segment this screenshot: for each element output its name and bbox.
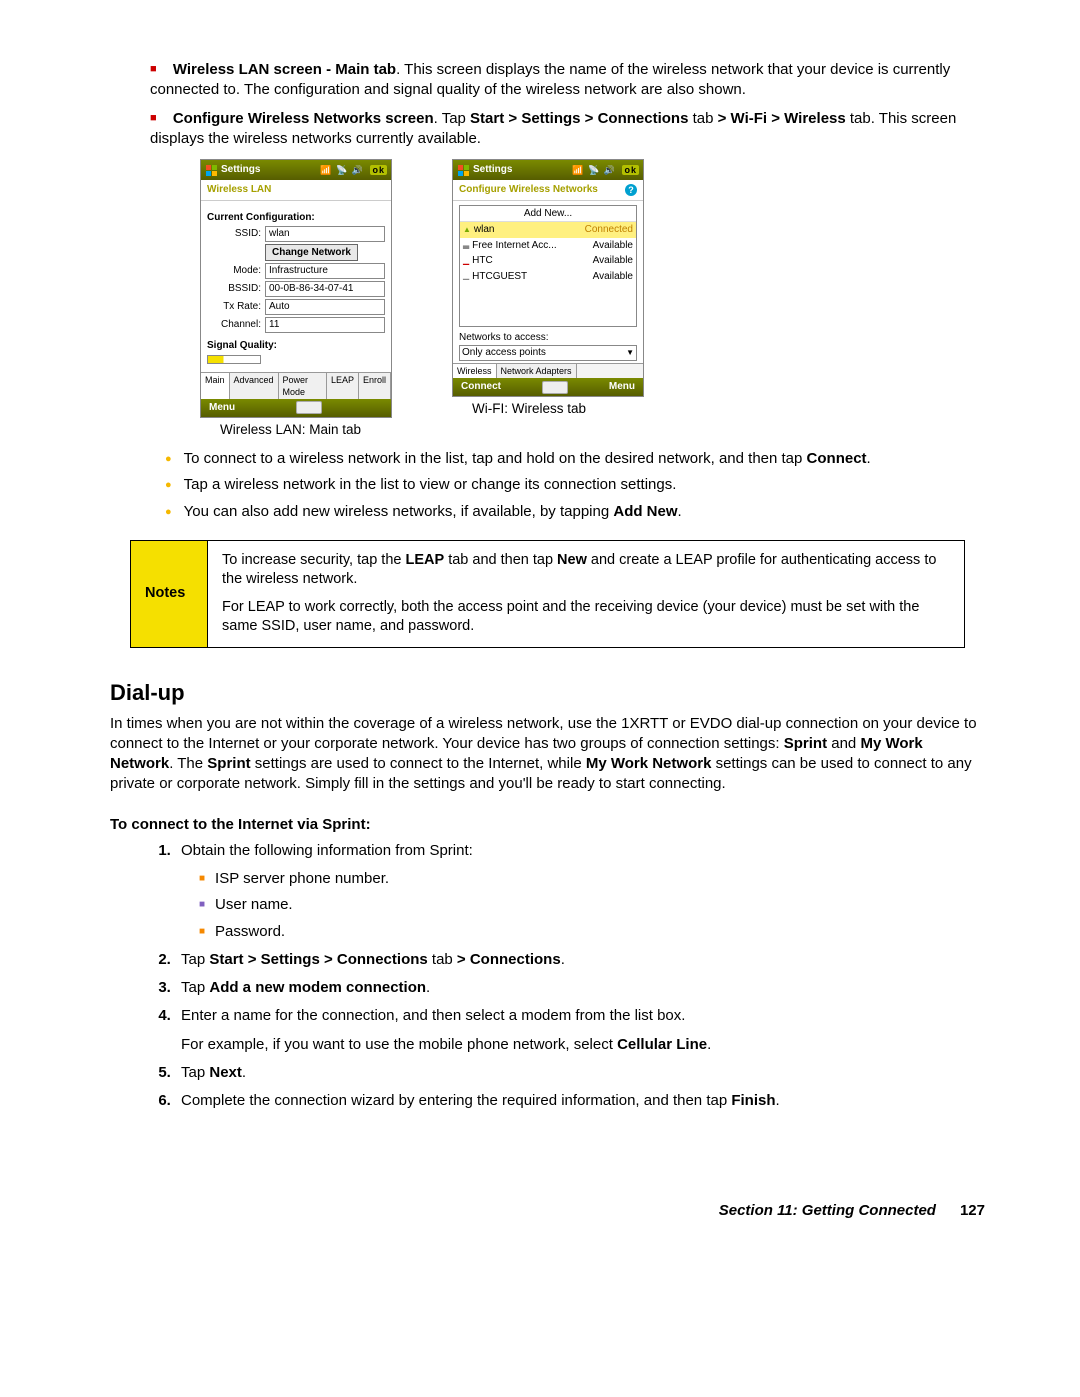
phone-wlan-main: Settings 📶 📡 🔊 ok Wireless LAN Current C… bbox=[200, 159, 392, 439]
mode-field[interactable]: Infrastructure bbox=[265, 263, 385, 279]
caption: Wireless LAN: Main tab bbox=[220, 421, 392, 439]
list-item: User name. bbox=[199, 895, 985, 915]
access-dropdown[interactable]: Only access points▼ bbox=[459, 345, 637, 361]
status-icons: 📶 📡 🔊 ok bbox=[572, 164, 639, 176]
title-text: Settings bbox=[221, 163, 260, 177]
ok-button[interactable]: ok bbox=[622, 165, 639, 175]
tab-advanced[interactable]: Advanced bbox=[230, 373, 279, 399]
network-row[interactable]: ▃Free Internet Acc...Available bbox=[460, 238, 636, 254]
notes-box: Notes To increase security, tap the LEAP… bbox=[130, 540, 965, 648]
caption: Wi-FI: Wireless tab bbox=[472, 400, 644, 418]
current-config-label: Current Configuration: bbox=[207, 211, 385, 225]
signal-quality-label: Signal Quality: bbox=[207, 339, 385, 353]
channel-label: Channel: bbox=[207, 318, 261, 332]
section-title: Configure Wireless Networks ? bbox=[453, 180, 643, 201]
connect-sprint-subhead: To connect to the Internet via Sprint: bbox=[110, 815, 985, 835]
step-5: Tap Next. bbox=[175, 1063, 985, 1083]
top-bullet-list: Wireless LAN screen - Main tab. This scr… bbox=[110, 60, 985, 149]
add-new-row[interactable]: Add New... bbox=[460, 206, 636, 223]
tab-enroll[interactable]: Enroll bbox=[359, 373, 391, 399]
status-icons: 📶 📡 🔊 ok bbox=[320, 164, 387, 176]
txrate-label: Tx Rate: bbox=[207, 300, 261, 314]
bssid-field[interactable]: 00-0B-86-34-07-41 bbox=[265, 281, 385, 297]
step-4: Enter a name for the connection, and the… bbox=[175, 1006, 985, 1055]
titlebar: Settings 📶 📡 🔊 ok bbox=[201, 160, 391, 180]
dialup-heading: Dial-up bbox=[110, 678, 985, 708]
keyboard-icon[interactable] bbox=[296, 401, 322, 414]
footer-page: 127 bbox=[960, 1201, 985, 1221]
mini-tabs: Main Advanced Power Mode LEAP Enroll bbox=[201, 372, 391, 399]
bottom-bar: Menu bbox=[201, 399, 391, 417]
ok-button[interactable]: ok bbox=[370, 165, 387, 175]
help-icon[interactable]: ? bbox=[625, 184, 637, 196]
tab-leap[interactable]: LEAP bbox=[327, 373, 359, 399]
windows-icon bbox=[205, 164, 217, 176]
mode-label: Mode: bbox=[207, 264, 261, 278]
bullet-wlan-main: Wireless LAN screen - Main tab. This scr… bbox=[150, 60, 985, 101]
yellow-bullet-list: To connect to a wireless network in the … bbox=[110, 449, 985, 522]
network-list: Add New... ▲wlanConnected ▃Free Internet… bbox=[459, 205, 637, 327]
menu-button[interactable]: Menu bbox=[609, 380, 635, 394]
mini-tabs: Wireless Network Adapters bbox=[453, 363, 643, 378]
channel-field[interactable]: 11 bbox=[265, 317, 385, 333]
list-item: ISP server phone number. bbox=[199, 869, 985, 889]
network-row[interactable]: ▁HTCAvailable bbox=[460, 253, 636, 269]
signal-quality-bar bbox=[207, 355, 261, 364]
bullet-configure: Configure Wireless Networks screen. Tap … bbox=[150, 109, 985, 150]
tab-power-mode[interactable]: Power Mode bbox=[279, 373, 327, 399]
section-title: Wireless LAN bbox=[201, 180, 391, 201]
footer-section: Section 11: Getting Connected bbox=[719, 1201, 936, 1221]
step-2: Tap Start > Settings > Connections tab >… bbox=[175, 950, 985, 970]
tab-network-adapters[interactable]: Network Adapters bbox=[497, 364, 577, 378]
title-text: Settings bbox=[473, 163, 512, 177]
list-item: To connect to a wireless network in the … bbox=[165, 449, 985, 469]
list-item: Tap a wireless network in the list to vi… bbox=[165, 475, 985, 495]
txrate-field[interactable]: Auto bbox=[265, 299, 385, 315]
network-row[interactable]: ▲wlanConnected bbox=[460, 222, 636, 238]
titlebar: Settings 📶 📡 🔊 ok bbox=[453, 160, 643, 180]
access-label: Networks to access: bbox=[459, 331, 637, 345]
change-network-button[interactable]: Change Network bbox=[265, 244, 358, 261]
page-footer: Section 11: Getting Connected 127 bbox=[110, 1201, 985, 1221]
keyboard-icon[interactable] bbox=[542, 381, 568, 394]
notes-body: To increase security, tap the LEAP tab a… bbox=[208, 540, 965, 647]
step-6: Complete the connection wizard by enteri… bbox=[175, 1091, 985, 1111]
windows-icon bbox=[457, 164, 469, 176]
network-row[interactable]: ▁HTCGUESTAvailable bbox=[460, 269, 636, 285]
list-item: You can also add new wireless networks, … bbox=[165, 502, 985, 522]
bottom-bar: Connect Menu bbox=[453, 378, 643, 396]
dialup-intro: In times when you are not within the cov… bbox=[110, 714, 985, 795]
chevron-down-icon: ▼ bbox=[626, 348, 634, 359]
steps-list: Obtain the following information from Sp… bbox=[110, 841, 985, 1112]
ssid-field[interactable]: wlan bbox=[265, 226, 385, 242]
ssid-label: SSID: bbox=[207, 227, 261, 241]
tab-main[interactable]: Main bbox=[201, 373, 230, 399]
phone-wireless-tab: Settings 📶 📡 🔊 ok Configure Wireless Net… bbox=[452, 159, 644, 439]
step-1: Obtain the following information from Sp… bbox=[175, 841, 985, 942]
step-3: Tap Add a new modem connection. bbox=[175, 978, 985, 998]
bssid-label: BSSID: bbox=[207, 282, 261, 296]
connect-button[interactable]: Connect bbox=[461, 380, 501, 394]
list-item: Password. bbox=[199, 922, 985, 942]
screenshot-row: Settings 📶 📡 🔊 ok Wireless LAN Current C… bbox=[200, 159, 985, 439]
notes-label: Notes bbox=[131, 540, 208, 647]
tab-wireless[interactable]: Wireless bbox=[453, 364, 497, 378]
menu-button[interactable]: Menu bbox=[209, 401, 235, 415]
